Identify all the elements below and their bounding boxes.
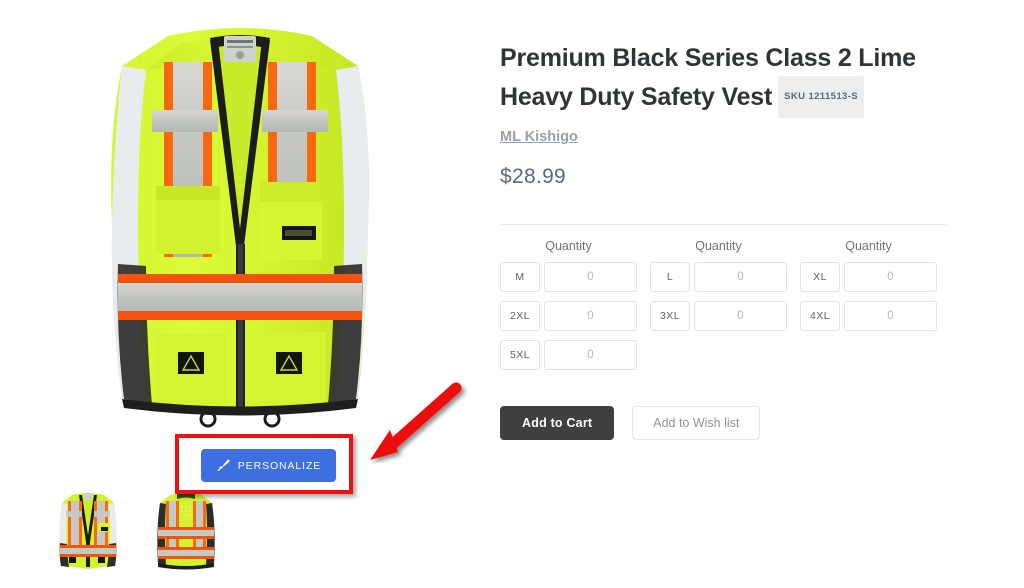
thumbnail-front[interactable]	[48, 489, 128, 571]
personalize-button[interactable]: PERSONALIZE	[201, 449, 336, 482]
product-details: Premium Black Series Class 2 Lime Heavy …	[500, 40, 960, 440]
thumbnail-back[interactable]	[146, 489, 226, 571]
quantity-column-1: Quantity M 2XL 5XL	[500, 239, 650, 379]
quantity-input-5xl[interactable]	[544, 340, 637, 370]
safety-vest-illustration	[111, 28, 369, 428]
quantity-row: L	[650, 262, 800, 292]
add-to-cart-button[interactable]: Add to Cart	[500, 406, 615, 440]
quantity-input-4xl[interactable]	[844, 301, 937, 331]
size-label-4xl[interactable]: 4XL	[800, 301, 840, 331]
product-price: $28.99	[500, 165, 567, 188]
add-to-wishlist-button[interactable]: Add to Wish list	[632, 406, 761, 440]
brand-link[interactable]: ML Kishigo	[500, 129, 578, 145]
quantity-input-xl[interactable]	[844, 262, 937, 292]
quantity-row: 3XL	[650, 301, 800, 331]
main-product-image[interactable]	[60, 14, 420, 429]
size-label-m[interactable]: M	[500, 262, 540, 292]
quantity-input-l[interactable]	[694, 262, 787, 292]
vest-front-thumbnail-image	[59, 493, 117, 569]
page-title: Premium Black Series Class 2 Lime Heavy …	[500, 40, 960, 118]
quantity-row: M	[500, 262, 650, 292]
size-label-2xl[interactable]: 2XL	[500, 301, 540, 331]
sku-badge: SKU 1211513-S	[778, 76, 864, 118]
product-gallery: PERSONALIZE	[0, 0, 470, 588]
quantity-row: 2XL	[500, 301, 650, 331]
quantity-row: 4XL	[800, 301, 950, 331]
thumbnail-strip	[48, 489, 226, 571]
vest-back-thumbnail-image	[157, 492, 215, 570]
size-label-5xl[interactable]: 5XL	[500, 340, 540, 370]
personalize-button-label: PERSONALIZE	[237, 459, 322, 472]
quantity-grid: Quantity M 2XL 5XL Quantity L	[500, 239, 960, 379]
quantity-row: XL	[800, 262, 950, 292]
size-label-l[interactable]: L	[650, 262, 690, 292]
paintbrush-icon	[217, 459, 230, 471]
quantity-column-3: Quantity XL 4XL	[800, 239, 950, 379]
quantity-heading: Quantity	[695, 239, 742, 253]
quantity-column-2: Quantity L 3XL	[650, 239, 800, 379]
section-divider	[500, 224, 946, 225]
quantity-heading: Quantity	[845, 239, 892, 253]
quantity-heading: Quantity	[545, 239, 592, 253]
quantity-input-2xl[interactable]	[544, 301, 637, 331]
quantity-row: 5XL	[500, 340, 650, 370]
action-buttons: Add to Cart Add to Wish list	[500, 406, 960, 440]
quantity-input-m[interactable]	[544, 262, 637, 292]
size-label-3xl[interactable]: 3XL	[650, 301, 690, 331]
size-label-xl[interactable]: XL	[800, 262, 840, 292]
personalize-highlight-box: PERSONALIZE	[175, 434, 353, 494]
quantity-input-3xl[interactable]	[694, 301, 787, 331]
product-page: PERSONALIZE Premium Black Series Class 2…	[0, 0, 1024, 588]
